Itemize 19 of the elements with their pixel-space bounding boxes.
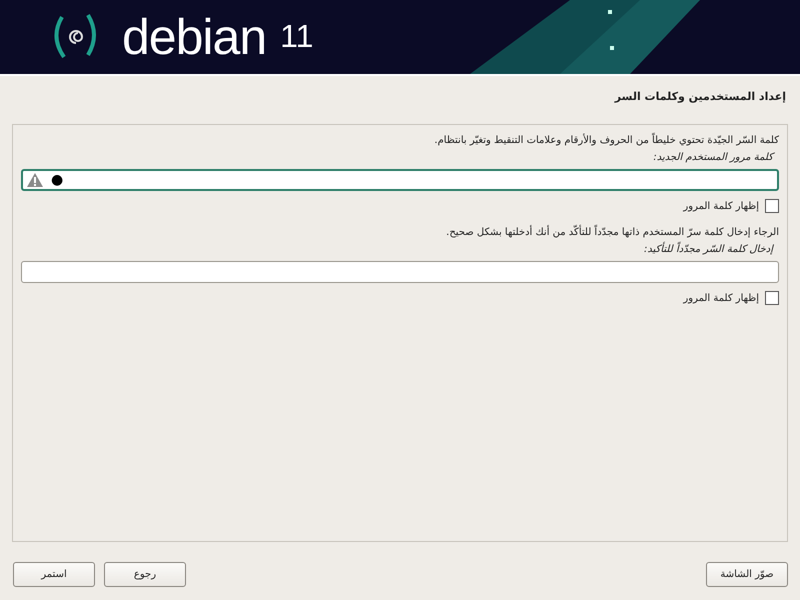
version-text: 11 — [280, 18, 314, 55]
continue-button[interactable]: استمر — [13, 562, 95, 587]
checkbox[interactable] — [765, 291, 779, 305]
checkbox[interactable] — [765, 199, 779, 213]
checkbox-label: إظهار كلمة المرور — [683, 200, 759, 212]
field-label: إدخال كلمة السّر مجدّداً للتأكيد: — [21, 244, 773, 255]
warning-icon — [27, 173, 43, 187]
show-password-checkbox[interactable]: إظهار كلمة المرور — [683, 199, 779, 213]
hint-text: كلمة السّر الجيّدة تحتوي خليطاً من الحروف والأرقام وعلامات التنقيط وتغيّر بانتظام. — [21, 135, 779, 146]
checkbox-label: إظهار كلمة المرور — [683, 292, 759, 304]
back-button[interactable]: رجوع — [104, 562, 186, 587]
password-field[interactable]: ● — [21, 169, 779, 191]
password-field[interactable] — [21, 261, 779, 283]
page-title: إعداد المستخدمين وكلمات السر — [613, 89, 787, 105]
show-password-checkbox[interactable]: إظهار كلمة المرور — [683, 291, 779, 305]
hint-text: الرجاء إدخال كلمة سرّ المستخدم ذاتها مجدّداً للتأكّد من أنك أدخلتها بشكل صحيح. — [21, 227, 779, 238]
field-label: كلمة مرور المستخدم الجديد: — [652, 152, 773, 163]
screenshot-button[interactable]: صوّر الشاشة — [706, 562, 788, 587]
logo-text: debian — [122, 12, 266, 62]
